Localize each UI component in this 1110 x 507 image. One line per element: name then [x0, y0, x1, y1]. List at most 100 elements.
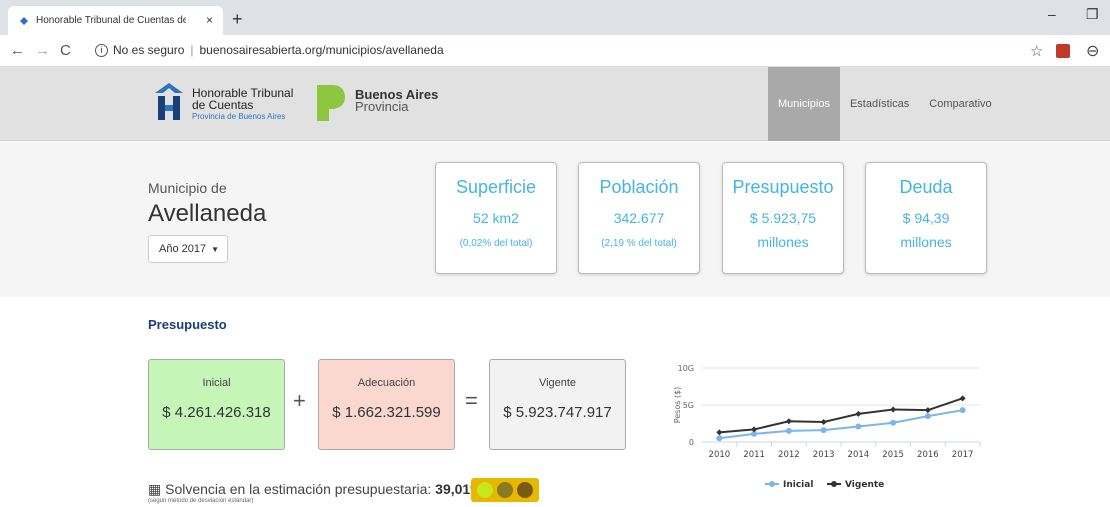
stat-title: Presupuesto — [732, 177, 834, 197]
x-tick-label: 2010 — [709, 450, 731, 460]
buenos-aires-logo-icon[interactable] — [315, 83, 347, 123]
solvency-line: ▦ Solvencia en la estimación presupuesta… — [148, 481, 483, 498]
adecuacion-box: Adecuación $ 1.662.321.599 — [318, 359, 455, 450]
stat-card-superficie: Superficie 52 km2 (0,02% del total) — [435, 162, 557, 274]
nav-municipios[interactable]: Municipios — [768, 67, 840, 141]
data-point-vigente — [855, 410, 862, 417]
stat-value-unit: millones — [757, 234, 809, 250]
data-point-inicial — [820, 427, 827, 434]
stat-title: Deuda — [899, 177, 953, 197]
reload-icon[interactable]: C — [60, 42, 71, 59]
account-icon[interactable]: ⊖ — [1086, 41, 1099, 61]
data-point-vigente — [785, 418, 792, 425]
vigente-value: $ 5.923.747.917 — [503, 404, 612, 421]
presupuesto-chart: 0 5G 10G Pesos ($) 2010 2011 2012 2013 2014 2015 2… — [673, 364, 981, 490]
data-point-vigente — [890, 406, 897, 413]
legend-label-vigente: Vigente — [845, 480, 884, 490]
htc-line2: de Cuentas — [192, 98, 254, 112]
y-axis-label: Pesos ($) — [673, 387, 682, 424]
plus-sign: + — [293, 388, 306, 413]
x-tick-label: 2015 — [882, 450, 904, 460]
inicial-box: Inicial $ 4.261.426.318 — [148, 359, 285, 450]
address-bar: ← → C i No es seguro | buenosairesabiert… — [0, 35, 1110, 67]
stat-sub: (2,19 % del total) — [601, 238, 677, 249]
restore-icon[interactable]: ❐ — [1086, 6, 1099, 23]
municipio-label: Municipio de — [148, 180, 227, 196]
browser-tab[interactable]: Honorable Tribunal de Cuentas de × — [8, 6, 223, 35]
vigente-box: Vigente $ 5.923.747.917 — [489, 359, 626, 450]
inicial-value: $ 4.261.426.318 — [162, 404, 271, 421]
site-header: Honorable Tribunal de Cuentas Provincia … — [0, 67, 1110, 141]
stat-value: 52 km2 — [473, 210, 519, 226]
calendar-icon: ▦ — [148, 481, 162, 497]
presupuesto-title: Presupuesto — [148, 317, 227, 332]
stat-title: Población — [599, 177, 679, 197]
data-point-inicial — [924, 413, 931, 420]
traffic-light — [471, 478, 539, 502]
data-point-inicial — [785, 427, 792, 434]
tab-close-icon[interactable]: × — [206, 13, 213, 27]
x-tick-label: 2016 — [917, 450, 939, 460]
legend-marker-vigente — [831, 481, 837, 487]
buenos-aires-logo-text[interactable]: Buenos Aires Provincia — [355, 88, 438, 114]
traffic-light-red — [517, 482, 533, 498]
solvency-text: Solvencia en la estimación presupuestari… — [165, 481, 432, 497]
browser-tab-bar: Honorable Tribunal de Cuentas de × + – ❐ — [0, 0, 1110, 35]
data-point-vigente — [751, 426, 758, 433]
back-icon[interactable]: ← — [10, 42, 25, 59]
traffic-light-yellow — [497, 482, 513, 498]
stat-value: $ 5.923,75 — [749, 210, 817, 226]
x-tick-label: 2011 — [743, 450, 765, 460]
pdf-extension-icon[interactable] — [1056, 44, 1070, 58]
caret-down-icon: ▼ — [211, 245, 219, 254]
url-field[interactable]: i No es seguro | buenosairesabierta.org/… — [95, 43, 444, 57]
data-point-inicial — [959, 407, 966, 414]
tab-title: Honorable Tribunal de Cuentas de — [36, 15, 186, 26]
stat-title: Superficie — [455, 177, 537, 197]
htc-logo-text[interactable]: Honorable Tribunal de Cuentas Provincia … — [192, 87, 293, 123]
ba-subtitle: Provincia — [355, 99, 409, 114]
minimize-icon[interactable]: – — [1048, 6, 1056, 22]
x-tick-label: 2017 — [952, 450, 974, 460]
stat-value-unit: millones — [900, 234, 952, 250]
data-point-vigente — [924, 407, 931, 414]
y-tick-label: 10G — [678, 364, 694, 373]
url-text: buenosairesabierta.org/municipios/avella… — [199, 43, 444, 57]
x-tick-label: 2012 — [778, 450, 800, 460]
bookmark-star-icon[interactable]: ☆ — [1030, 42, 1043, 60]
adecuacion-label: Adecuación — [357, 377, 416, 389]
adecuacion-value: $ 1.662.321.599 — [332, 404, 441, 421]
x-tick-label: 2013 — [813, 450, 835, 460]
data-point-inicial — [716, 435, 723, 442]
x-tick-label: 2014 — [848, 450, 870, 460]
municipio-summary: Municipio de Avellaneda Año 2017 ▼ Super… — [0, 142, 1110, 297]
legend-label-inicial: Inicial — [783, 480, 813, 490]
legend-marker-inicial — [769, 481, 775, 487]
year-select[interactable]: Año 2017 ▼ — [148, 235, 228, 263]
stat-value: 342.677 — [613, 210, 665, 226]
nav-comparativo[interactable]: Comparativo — [919, 67, 1001, 141]
municipio-name: Avellaneda — [148, 200, 267, 227]
inicial-label: Inicial — [202, 377, 231, 389]
new-tab-button[interactable]: + — [232, 9, 243, 30]
htc-logo-icon[interactable] — [155, 83, 183, 123]
main-nav: Municipios Estadísticas Comparativo — [768, 67, 1002, 141]
year-select-value: Año 2017 — [159, 243, 207, 255]
data-point-inicial — [890, 419, 897, 426]
equals-sign: = — [465, 388, 478, 413]
stat-sub: (0,02% del total) — [459, 238, 533, 249]
security-label: No es seguro — [113, 43, 185, 57]
traffic-light-green — [477, 482, 493, 498]
forward-icon[interactable]: → — [35, 42, 50, 59]
data-point-vigente — [716, 429, 723, 436]
nav-estadisticas[interactable]: Estadísticas — [840, 67, 919, 141]
data-point-inicial — [855, 423, 862, 430]
vigente-label: Vigente — [538, 377, 577, 389]
data-point-vigente — [959, 395, 966, 402]
htc-subtitle: Provincia de Buenos Aires — [192, 112, 286, 121]
stat-card-poblacion: Población 342.677 (2,19 % del total) — [578, 162, 700, 274]
y-tick-label: 0 — [689, 438, 694, 447]
data-point-vigente — [820, 419, 827, 426]
stat-value: $ 94,39 — [902, 210, 950, 226]
info-icon[interactable]: i — [95, 43, 108, 57]
